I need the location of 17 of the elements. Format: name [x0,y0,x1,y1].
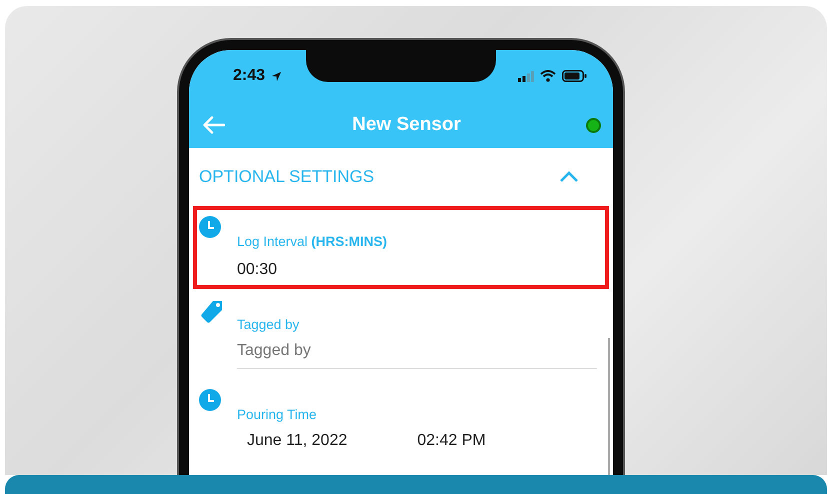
time-value[interactable]: 02:42 PM [417,432,486,450]
status-time: 2:43 [233,67,266,85]
clock-icon [199,389,221,411]
date-value[interactable]: June 11, 2022 [247,432,348,450]
screen-title: New Sensor [351,114,462,136]
tag-icon [199,299,225,325]
field-label: Log Interval (HRS:MINS) [237,234,388,249]
chevron-icon [559,171,579,183]
wifi-icon [540,70,556,82]
field-label: Pouring Time [237,407,318,422]
back-button[interactable] [201,114,227,136]
field-value: 00:30 [237,261,278,279]
signal-icon [518,70,534,82]
field-label: Tagged by [237,317,300,332]
location-arrow-icon [271,70,282,82]
battery-icon [562,70,587,82]
clock-icon [199,216,221,238]
